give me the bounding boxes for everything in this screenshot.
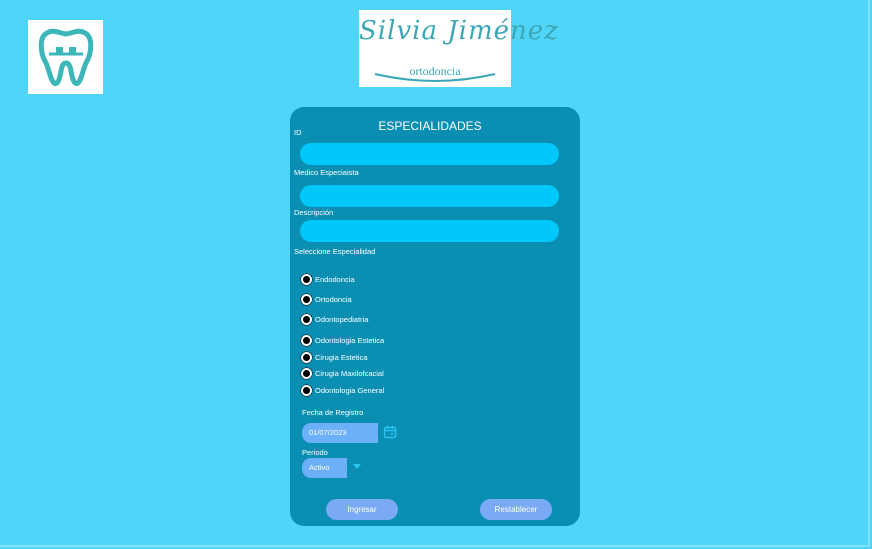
radio-label: Odontologia General	[315, 386, 385, 395]
radio-label: Odontologia Estetica	[315, 336, 385, 345]
radio-button[interactable]	[301, 352, 312, 363]
caret-down-icon[interactable]	[353, 464, 361, 469]
radio-odontologia-estetica[interactable]: Odontologia Estetica	[301, 335, 384, 346]
radio-button[interactable]	[301, 274, 312, 285]
radio-cirugia-maxilofacial[interactable]: Cirugia Maxilofcacial	[301, 368, 384, 379]
radio-button[interactable]	[301, 385, 312, 396]
medico-label: Medico Especiaista	[294, 168, 359, 177]
radio-endodoncia[interactable]: Endodoncia	[301, 274, 355, 285]
calendar-icon[interactable]	[383, 425, 397, 439]
radio-ortodoncia[interactable]: Ortodoncia	[301, 294, 352, 305]
descripcion-field[interactable]	[300, 220, 559, 242]
radio-label: Ortodoncia	[315, 295, 352, 304]
radio-button[interactable]	[301, 335, 312, 346]
fecha-label: Fecha de Registro	[302, 408, 364, 417]
tooth-logo	[28, 20, 103, 94]
form-title: ESPECIALIDADES	[378, 119, 482, 133]
descripcion-label: Descripción	[294, 208, 334, 217]
radio-button[interactable]	[301, 368, 312, 379]
especialidad-label: Seleccione Especialidad	[294, 247, 376, 256]
radio-label: Cirugia Estetica	[315, 353, 368, 362]
tooth-braces-icon	[38, 28, 93, 87]
ingresar-button[interactable]: Ingresar	[326, 499, 398, 520]
medico-field[interactable]	[300, 185, 559, 207]
brand-subtitle: ortodoncia	[409, 64, 461, 78]
periodo-select[interactable]: Activo	[302, 458, 347, 478]
radio-odontologia-general[interactable]: Odontologia General	[301, 385, 384, 396]
especialidades-form: ESPECIALIDADES ID Medico Especiaista Des…	[290, 107, 580, 526]
radio-cirugia-estetica[interactable]: Cirugia Estetica	[301, 352, 368, 363]
fecha-input[interactable]: 01/07/2023	[302, 423, 378, 443]
periodo-label: Periodo	[302, 448, 328, 457]
radio-label: Cirugia Maxilofcacial	[315, 369, 384, 378]
radio-label: Endodoncia	[315, 275, 355, 284]
id-label: ID	[294, 128, 302, 137]
restablecer-button[interactable]: Restablecer	[480, 499, 552, 520]
radio-odontopediatria[interactable]: Odontopediatria	[301, 314, 368, 325]
radio-button[interactable]	[301, 314, 312, 325]
radio-label: Odontopediatria	[315, 315, 369, 324]
brand-logo: Silvia Jiménez ortodoncia	[359, 10, 559, 87]
radio-button[interactable]	[301, 294, 312, 305]
id-field[interactable]	[300, 143, 559, 165]
brand-name: Silvia Jiménez	[359, 16, 559, 46]
